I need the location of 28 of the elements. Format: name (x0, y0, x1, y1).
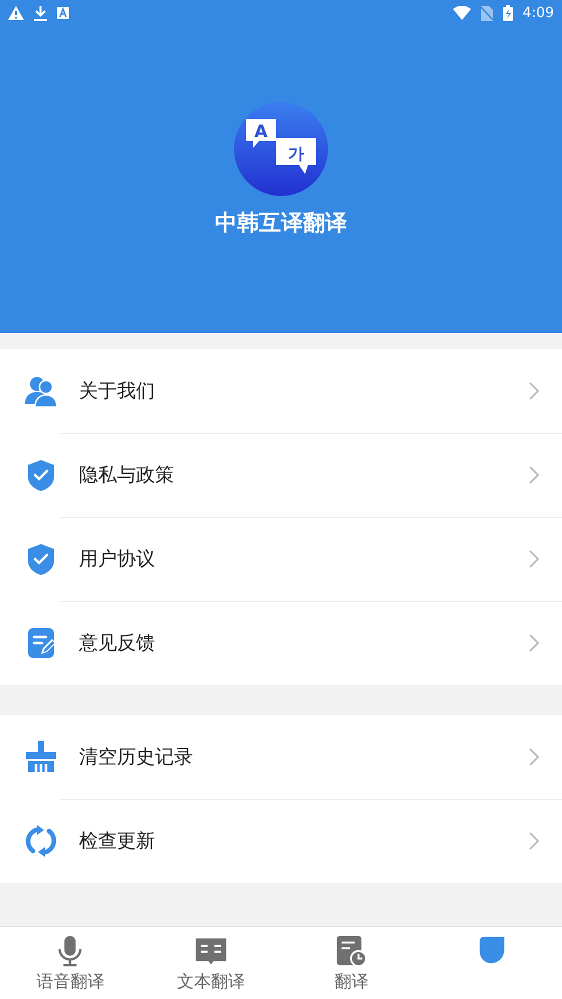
menu-item[interactable]: 隐私与政策 (79, 462, 528, 488)
wifi-icon (452, 6, 471, 20)
menu-item[interactable]: 清空历史记录 (79, 744, 528, 770)
warning-icon (8, 6, 24, 20)
tab[interactable]: 语音翻译 (0, 927, 140, 999)
menu-item[interactable]: 关于我们 (79, 378, 528, 404)
chevron-right-icon (528, 633, 540, 653)
download-icon (34, 6, 47, 20)
clock-time: 4:09 (522, 5, 554, 21)
menu-item[interactable]: 用户协议 (79, 546, 528, 572)
battery-charging-icon (502, 5, 513, 21)
broom-icon (24, 740, 58, 774)
menu-item[interactable]: 意见反馈 (79, 630, 528, 656)
translate-logo-icon: A 가 (234, 102, 328, 196)
tab[interactable]: 文本翻译 (140, 927, 281, 999)
app-notification-icon (57, 7, 69, 19)
menu-item[interactable]: 检查更新 (79, 828, 528, 854)
app-name: 中韩互译翻译 (215, 210, 347, 238)
no-sim-icon (480, 6, 493, 20)
refresh-icon (24, 824, 58, 858)
tab[interactable]: 翻译 (281, 927, 422, 999)
chevron-right-icon (528, 831, 540, 851)
people-icon (24, 374, 58, 408)
chevron-right-icon (528, 381, 540, 401)
chevron-right-icon (528, 747, 540, 767)
chevron-right-icon (528, 465, 540, 485)
chevron-right-icon (528, 549, 540, 569)
document-clock-icon (335, 935, 368, 967)
